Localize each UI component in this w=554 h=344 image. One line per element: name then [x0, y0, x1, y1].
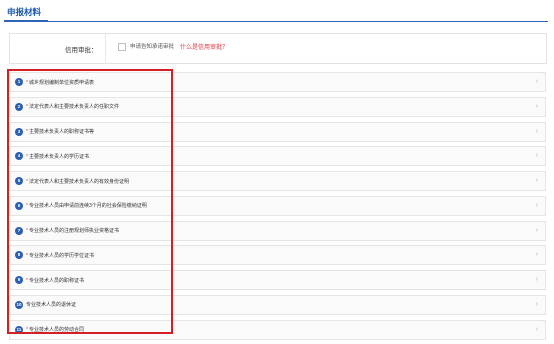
material-item[interactable]: 2 *法定代表人和主要技术负责人的任职文件 › — [9, 96, 546, 117]
item-number-badge: 5 — [15, 177, 23, 186]
item-number-badge: 2 — [15, 102, 23, 111]
material-item-text: 主要技术负责人的学历证书 — [28, 153, 89, 160]
material-item-label: *法定代表人和主要技术负责人的任职文件 — [26, 103, 119, 110]
required-marker: * — [26, 153, 28, 160]
material-item[interactable]: 9 *专业技术人员的职称证书 › — [9, 270, 546, 291]
required-marker: * — [26, 129, 28, 136]
material-item-label: *城乡规划编制单位资质申请表 — [26, 79, 94, 86]
item-number-badge: 11 — [15, 325, 23, 334]
material-list: 1 *城乡规划编制单位资质申请表 › 2 *法定代表人和主要技术负责人的任职文件 › 3 *主… — [9, 72, 546, 344]
material-item[interactable]: 7 *专业技术人员的注册规划师执业资格证书 › — [9, 220, 546, 241]
chevron-right-icon[interactable]: › — [536, 103, 538, 111]
chevron-right-icon[interactable]: › — [536, 326, 538, 334]
material-item-label: *专业技术人员的职称证书 — [26, 277, 84, 284]
credit-approval-label: 信用审批： — [65, 47, 98, 54]
material-item-text: 法定代表人和主要技术负责人的有效身份证明 — [28, 178, 129, 185]
material-item-text: 法定代表人和主要技术负责人的任职文件 — [28, 104, 119, 111]
section-title-divider — [4, 20, 548, 22]
material-item-text: 主要技术负责人的职称证书等 — [28, 129, 94, 136]
material-item-label: 专业技术人员的退休证 — [26, 301, 76, 308]
material-item[interactable]: 5 *法定代表人和主要技术负责人的有效身份证明 › — [9, 171, 546, 192]
material-item-text: 专业技术人员的劳动合同 — [28, 327, 84, 334]
credit-approval-row: 信用审批： 申请告知承诺审批 什么是信用审批？ — [9, 33, 547, 64]
chevron-right-icon[interactable]: › — [536, 152, 538, 160]
item-number-badge: 1 — [15, 78, 23, 86]
material-item[interactable]: 6 *专业技术人员由申请前连续3个月的社会保险缴纳证明 › — [9, 195, 546, 216]
chevron-right-icon[interactable]: › — [536, 128, 538, 136]
chevron-right-icon[interactable]: › — [536, 276, 538, 284]
item-number-badge: 6 — [15, 201, 23, 210]
chevron-right-icon[interactable]: › — [536, 301, 538, 309]
item-number-badge: 4 — [15, 152, 23, 161]
required-marker: * — [26, 277, 28, 284]
material-item[interactable]: 1 *城乡规划编制单位资质申请表 › — [9, 72, 546, 92]
material-item[interactable]: 3 *主要技术负责人的职称证书等 › — [9, 121, 546, 142]
material-item[interactable]: 4 *主要技术负责人的学历证书 › — [9, 146, 546, 167]
item-number-badge: 8 — [15, 251, 23, 260]
material-item-label: *专业技术人员由申请前连续3个月的社会保险缴纳证明 — [26, 202, 147, 209]
item-number-badge: 7 — [15, 226, 23, 235]
material-item-text: 城乡规划编制单位资质申请表 — [28, 79, 94, 86]
credit-row-divider — [105, 34, 106, 63]
required-marker: * — [26, 203, 28, 210]
chevron-right-icon[interactable]: › — [536, 177, 538, 185]
required-marker: * — [26, 252, 28, 259]
chevron-right-icon[interactable]: › — [536, 78, 538, 86]
material-item-label: *主要技术负责人的职称证书等 — [26, 128, 94, 135]
material-item-label: *专业技术人员的注册规划师执业资格证书 — [26, 227, 119, 234]
credit-commitment-checkbox[interactable] — [118, 43, 126, 51]
section-title: 申报材料 — [7, 7, 42, 17]
required-marker: * — [26, 79, 28, 86]
required-marker: * — [26, 104, 28, 111]
chevron-right-icon[interactable]: › — [536, 202, 538, 210]
required-marker: * — [26, 327, 28, 334]
material-item-text: 专业技术人员的注册规划师执业资格证书 — [28, 228, 119, 235]
chevron-right-icon[interactable]: › — [536, 227, 538, 235]
material-item-text: 专业技术人员的退休证 — [26, 302, 77, 309]
material-item[interactable]: 10 专业技术人员的退休证 › — [9, 294, 546, 315]
required-marker: * — [26, 178, 28, 185]
material-item-label: *法定代表人和主要技术负责人的有效身份证明 — [26, 178, 129, 185]
credit-commitment-checkbox-label[interactable]: 申请告知承诺审批 — [130, 42, 174, 50]
material-item-label: *主要技术负责人的学历证书 — [26, 153, 89, 160]
material-item-label: *专业技术人员的学历学位证书 — [26, 252, 94, 259]
chevron-right-icon[interactable]: › — [536, 251, 538, 259]
item-number-badge: 3 — [15, 127, 23, 136]
item-number-badge: 10 — [15, 300, 23, 309]
material-item-text: 专业技术人员由申请前连续3个月的社会保险缴纳证明 — [28, 203, 147, 210]
required-marker: * — [26, 228, 28, 235]
material-item[interactable]: 8 *专业技术人员的学历学位证书 › — [9, 245, 546, 266]
material-item-text: 专业技术人员的职称证书 — [28, 277, 84, 284]
material-item-text: 专业技术人员的学历学位证书 — [28, 252, 94, 259]
credit-approval-help-link[interactable]: 什么是信用审批？ — [180, 42, 228, 51]
material-item-label: *专业技术人员的劳动合同 — [26, 326, 84, 333]
item-number-badge: 9 — [15, 276, 23, 285]
